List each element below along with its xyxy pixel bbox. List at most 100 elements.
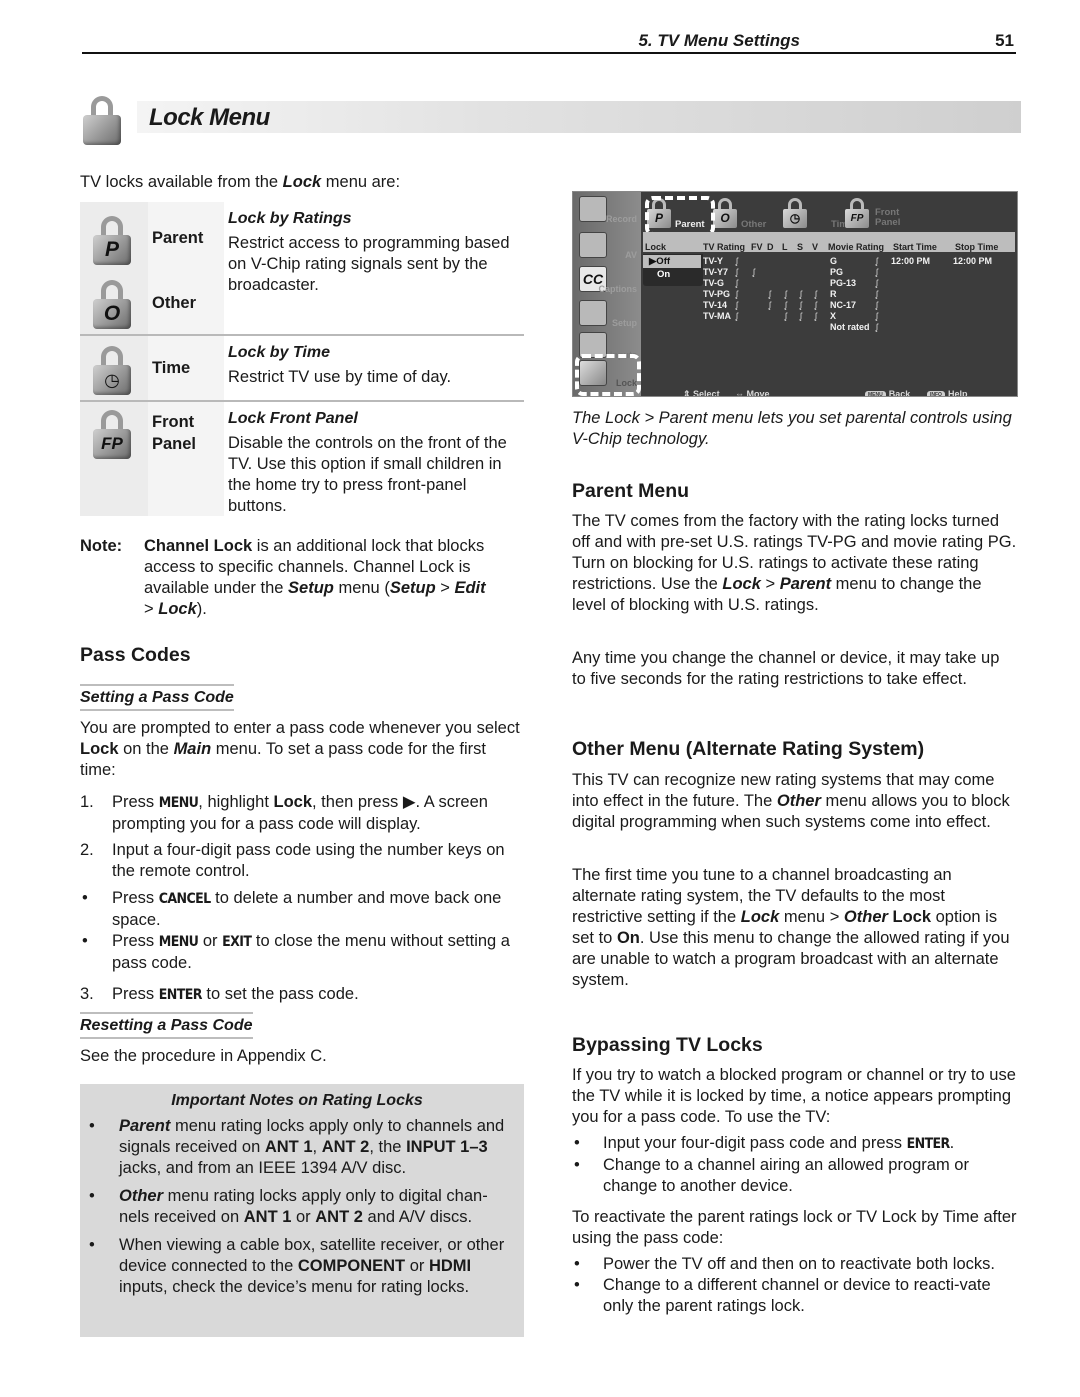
unlocked-icon: ᶘ: [876, 256, 878, 266]
lock-description: Disable the controls on the front of the…: [228, 434, 507, 515]
table-row: P O Parent Other Lock by Ratings Restric…: [80, 202, 524, 334]
lock-name-parent: Parent: [152, 229, 204, 247]
tv-column-header: Lock TV Rating FV D L S V Movie Rating S…: [643, 232, 1015, 252]
tv-footer-back: MENU Back: [865, 384, 910, 396]
other-menu-p1: This TV can recognize new rating systems…: [572, 771, 1010, 831]
list-item: • Change to a channel airing an allowed p…: [574, 1156, 969, 1195]
unlocked-icon: ᶘ: [800, 311, 802, 321]
highlight-parent-tab: [645, 196, 715, 236]
tv-footer-select: ⇕ Select: [683, 389, 720, 397]
unlocked-icon: ᶘ: [769, 289, 771, 299]
unlocked-icon: ᶘ: [753, 267, 755, 277]
other-lock-icon: O: [92, 280, 134, 330]
tv-tab-front-panel: FP Front Panel: [839, 198, 929, 232]
unlocked-icon: ᶘ: [876, 322, 878, 332]
list-item: • Press MENU or EXIT to close the menu wi…: [82, 932, 510, 972]
list-item: • When viewing a cable box, satellite rec…: [89, 1236, 505, 1296]
unlocked-icon: ᶘ: [769, 300, 771, 310]
chapter-title: 5. TV Menu Settings: [638, 31, 800, 50]
running-header: 5. TV Menu Settings 51: [82, 30, 1016, 54]
unlocked-icon: ᶘ: [736, 289, 738, 299]
record-icon: [579, 196, 607, 222]
list-item: • Change to a different channel or device…: [574, 1276, 991, 1315]
tv-sidebar-item-av: AV: [577, 230, 637, 266]
lock-name-other: Other: [152, 294, 197, 312]
unlocked-icon: ᶘ: [736, 311, 738, 321]
setting-pass-code-subheading: Setting a Pass Code: [80, 684, 234, 711]
resetting-pass-code-subheading: Resetting a Pass Code: [80, 1012, 253, 1039]
tv-stop-time: 12:00 PM: [953, 256, 993, 266]
tv-footer-move: ⇔ Move: [735, 389, 770, 397]
tv-start-time: 12:00 PM: [891, 256, 931, 266]
tv-rating-label: TV-PG: [703, 289, 731, 299]
parent-menu-p2: Any time you change the channel or devic…: [572, 649, 1000, 688]
lock-heading: Lock Front Panel: [228, 410, 358, 427]
lock-heading: Lock by Ratings: [228, 210, 352, 227]
unlocked-icon: ᶘ: [785, 300, 787, 310]
list-item: 3. Press ENTER to set the pass code.: [80, 985, 359, 1003]
tv-rating-label: TV-MA: [703, 311, 731, 321]
speaker-icon: [579, 232, 607, 258]
unlocked-icon: ᶘ: [876, 267, 878, 277]
highlight-lock-sidebar: [575, 354, 641, 396]
list-item: 2. Input a four-digit pass code using the…: [80, 841, 505, 880]
parent-lock-icon: P: [92, 216, 134, 266]
table-row: ◷ Time Lock by Time Restrict TV use by t…: [80, 334, 524, 400]
front-panel-lock-icon: FP: [92, 410, 134, 460]
parent-menu-heading: Parent Menu: [572, 480, 690, 502]
unlocked-icon: ᶘ: [876, 311, 878, 321]
monitor-icon: [579, 300, 607, 326]
tv-sidebar-item-captions: CC Captions: [577, 264, 637, 300]
sub-bullets: • Press CANCEL to delete a number and mov…: [48, 888, 525, 974]
unlocked-icon: ᶘ: [785, 289, 787, 299]
unlocked-icon: ᶘ: [876, 289, 878, 299]
movie-rating-label: R: [830, 289, 837, 299]
resetting-text: See the procedure in Appendix C.: [80, 1047, 327, 1065]
lock-description: Restrict TV use by time of day.: [228, 368, 452, 386]
lock-name-front: Front: [152, 413, 195, 431]
list-item: 1. Press MENU, highlight Lock, then press…: [80, 793, 488, 833]
padlock-icon: [82, 96, 124, 146]
unlocked-icon: ᶘ: [815, 311, 817, 321]
movie-rating-label: PG-13: [830, 278, 857, 288]
note-text: Channel Lock is an additional lock that …: [144, 537, 486, 618]
tv-lock-option-off: ▶Off: [643, 255, 701, 268]
unlocked-icon: ᶘ: [815, 289, 817, 299]
lock-heading: Lock by Time: [228, 344, 330, 361]
tv-sidebar-item-record: Record: [577, 194, 637, 230]
section-title-bar: Lock Menu: [137, 101, 1021, 133]
other-menu-p2: The first time you tune to a channel bro…: [572, 866, 1010, 989]
lock-name-panel: Panel: [152, 435, 197, 453]
unlocked-icon: ᶘ: [736, 278, 738, 288]
intro-text: TV locks available from the Lock menu ar…: [80, 173, 401, 191]
parent-menu-p1: The TV comes from the factory with the r…: [572, 512, 1017, 614]
unlocked-icon: ᶘ: [815, 300, 817, 310]
channel-lock-note: Note: Channel Lock is an additional lock…: [80, 536, 530, 620]
tv-rating-label: TV-14: [703, 300, 728, 310]
movie-rating-label: X: [830, 311, 837, 321]
other-menu-heading: Other Menu (Alternate Rating System): [572, 738, 925, 760]
tv-lock-options: ▶Off On: [643, 254, 703, 286]
lock-types-table: P O Parent Other Lock by Ratings Restric…: [80, 202, 524, 516]
unlocked-icon: ᶘ: [785, 311, 787, 321]
bypassing-p1: If you try to watch a blocked program or…: [572, 1066, 1016, 1126]
tv-rating-label: TV-Y: [703, 256, 724, 266]
tv-lock-option-on: On: [657, 269, 671, 280]
bypassing-heading: Bypassing TV Locks: [572, 1034, 763, 1056]
pass-code-steps: 1. Press MENU, highlight Lock, then press…: [80, 792, 525, 1011]
screenshot-caption: The Lock > Parent menu lets you set pare…: [572, 409, 1012, 448]
list-item: • Input your four-digit pass code and pre…: [574, 1134, 955, 1152]
tv-sidebar-item-setup: Setup: [577, 298, 637, 334]
list-item: • Power the TV off and then on to reactiv…: [574, 1255, 995, 1273]
movie-rating-label: PG: [830, 267, 844, 277]
pass-code-intro: You are prompted to enter a pass code wh…: [80, 719, 520, 779]
bypassing-bullets: • Input your four-digit pass code and pre…: [572, 1133, 1017, 1197]
bypassing-p2: To reactivate the parent ratings lock or…: [572, 1208, 1017, 1247]
lock-name-time: Time: [152, 359, 191, 377]
unlocked-icon: ᶘ: [736, 300, 738, 310]
pass-codes-heading: Pass Codes: [80, 644, 191, 666]
time-lock-icon: ◷: [92, 346, 134, 396]
list-item: • Other menu rating locks apply only to d…: [89, 1187, 488, 1226]
tv-footer: ⇕ Select ⇔ Move MENU Back INFO Help: [643, 384, 1017, 397]
list-item: • Press CANCEL to delete a number and mov…: [82, 889, 502, 929]
